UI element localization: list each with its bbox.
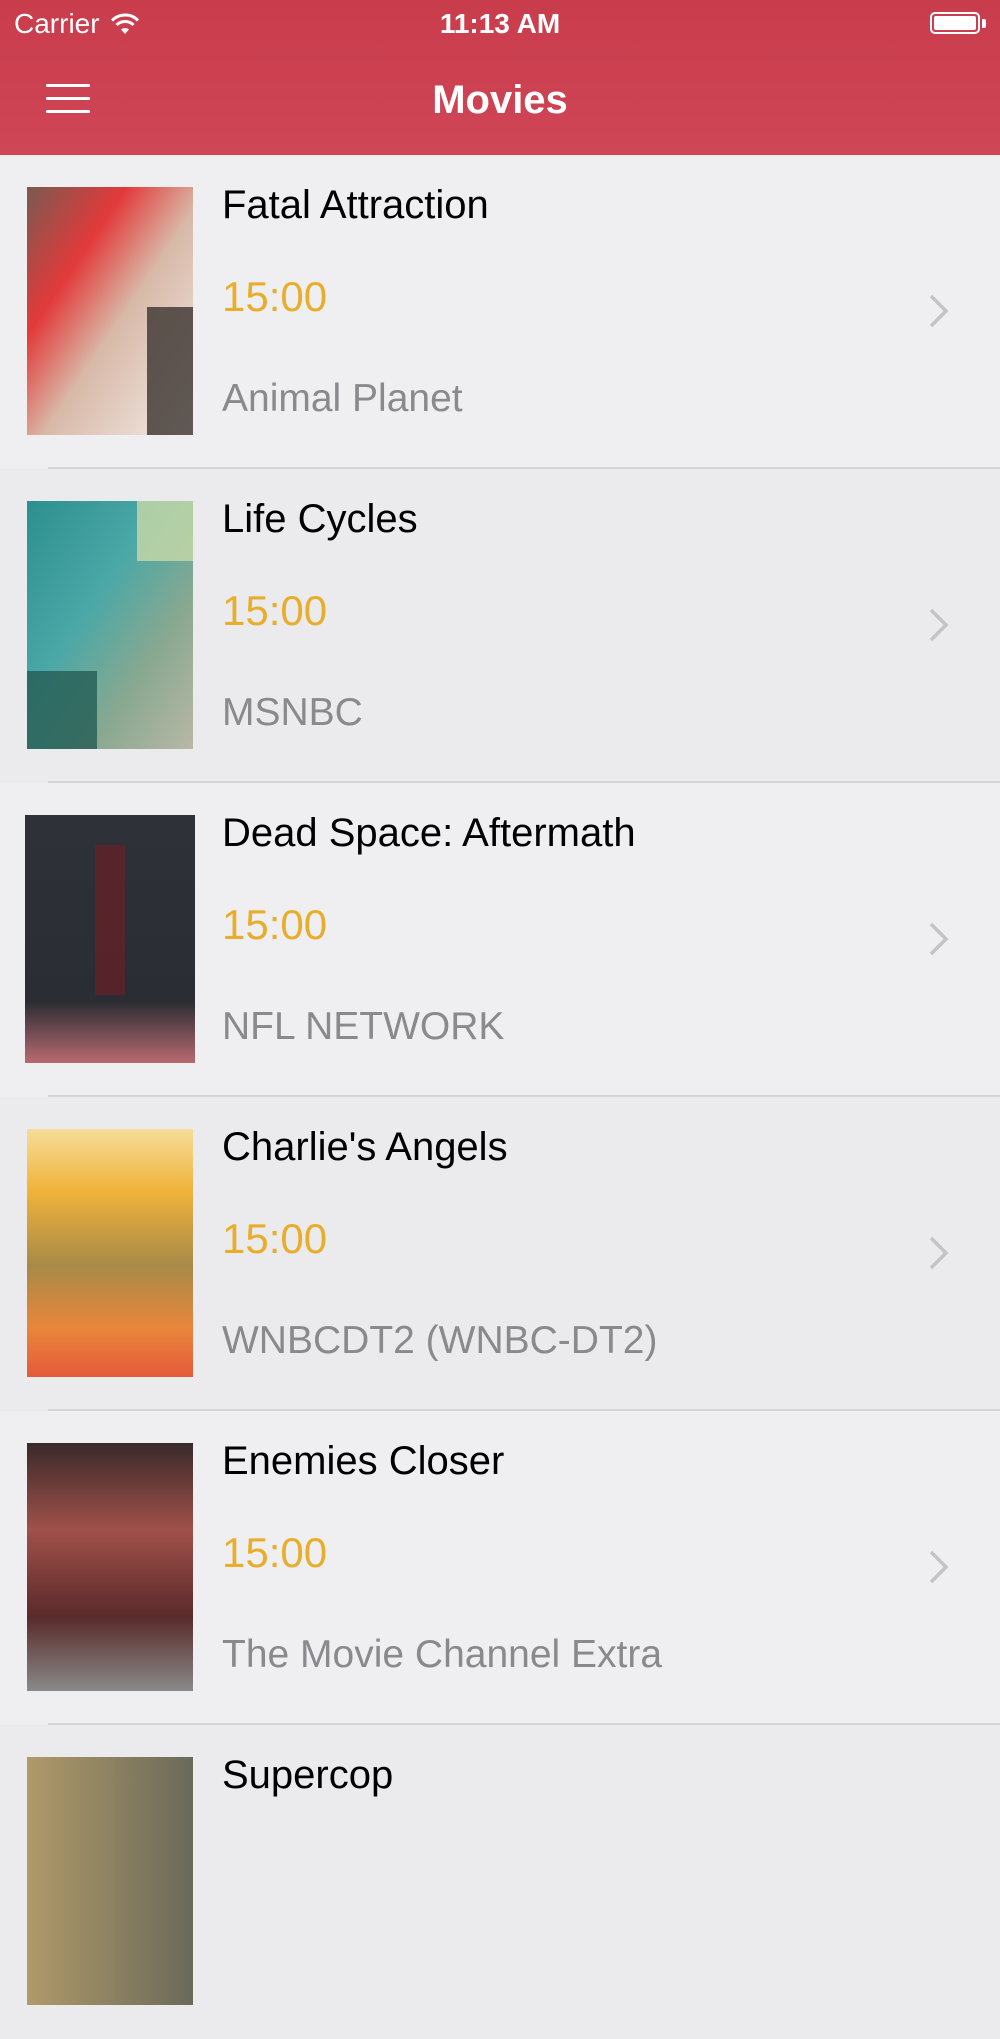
movie-row[interactable]: Fatal Attraction 15:00 Animal Planet: [0, 155, 1000, 469]
movie-title: Enemies Closer: [222, 1439, 505, 1483]
movie-poster: [27, 1443, 193, 1691]
page-title: Movies: [432, 78, 568, 122]
movie-time: 15:00: [222, 273, 328, 320]
chevron-right-icon: [929, 608, 949, 642]
movie-channel: The Movie Channel Extra: [222, 1633, 663, 1676]
movie-title: Life Cycles: [222, 497, 418, 541]
battery-icon: [930, 12, 986, 36]
movie-poster: [27, 1757, 193, 2005]
movie-list: Fatal Attraction 15:00 Animal Planet Lif…: [0, 155, 1000, 2039]
movie-title: Fatal Attraction: [222, 183, 489, 227]
status-bar: Carrier 11:13 AM: [0, 0, 1000, 50]
movie-title: Dead Space: Aftermath: [222, 811, 636, 855]
movie-time: 15:00: [222, 587, 328, 634]
movie-poster: [25, 815, 195, 1063]
movie-row[interactable]: Charlie's Angels 15:00 WNBCDT2 (WNBC-DT2…: [0, 1097, 1000, 1411]
movie-row[interactable]: Life Cycles 15:00 MSNBC: [0, 469, 1000, 783]
movie-time: 15:00: [222, 1215, 328, 1262]
chevron-right-icon: [929, 922, 949, 956]
movie-row[interactable]: Dead Space: Aftermath 15:00 NFL NETWORK: [0, 783, 1000, 1097]
chevron-right-icon: [929, 294, 949, 328]
movie-channel: NFL NETWORK: [222, 1005, 505, 1048]
chevron-right-icon: [929, 1236, 949, 1270]
chevron-right-icon: [929, 1550, 949, 1584]
movie-poster: [27, 501, 193, 749]
status-time: 11:13 AM: [439, 8, 561, 39]
movie-title: Charlie's Angels: [222, 1125, 508, 1169]
movie-title: Supercop: [222, 1753, 394, 1797]
movie-channel: WNBCDT2 (WNBC-DT2): [222, 1319, 658, 1362]
movie-channel: Animal Planet: [222, 377, 463, 420]
movie-row[interactable]: Supercop: [0, 1725, 1000, 2039]
movie-poster: [27, 1129, 193, 1377]
movie-poster: [27, 187, 193, 435]
movie-time: 15:00: [222, 1529, 328, 1576]
movie-channel: MSNBC: [222, 691, 363, 734]
movie-time: 15:00: [222, 901, 328, 948]
movie-row[interactable]: Enemies Closer 15:00 The Movie Channel E…: [0, 1411, 1000, 1725]
